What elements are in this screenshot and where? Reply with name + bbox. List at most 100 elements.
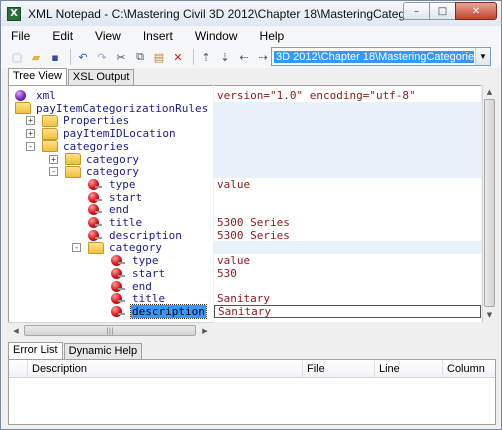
expand-icon[interactable]: + <box>26 129 35 139</box>
column-file[interactable]: File <box>303 360 375 378</box>
value-cell[interactable]: value <box>214 254 481 267</box>
value-cell[interactable] <box>214 280 481 293</box>
open-folder-icon[interactable]: ▰ <box>28 49 44 65</box>
nudge-left-icon[interactable]: ⇠ <box>236 49 252 65</box>
undo-icon[interactable]: ↶ <box>75 49 91 65</box>
redo-icon[interactable]: ↷ <box>94 49 110 65</box>
menu-view[interactable]: View <box>95 29 121 43</box>
tree-node-label[interactable]: end <box>108 203 130 216</box>
menu-edit[interactable]: Edit <box>52 29 73 43</box>
tree-node[interactable]: + category <box>49 153 140 166</box>
save-icon[interactable]: ▪ <box>47 49 63 65</box>
nudge-down-icon[interactable]: ⇣ <box>217 49 233 65</box>
collapse-icon[interactable]: - <box>26 141 35 151</box>
paste-icon[interactable]: ▤ <box>151 49 167 65</box>
value-cell[interactable] <box>214 165 481 179</box>
tree-node[interactable]: type <box>111 254 160 267</box>
collapse-icon[interactable]: - <box>49 167 58 177</box>
tree-node-label[interactable]: type <box>131 254 160 267</box>
tree-node[interactable]: title <box>88 216 143 229</box>
file-path-value[interactable]: 3D 2012\Chapter 18\MasteringCategories.x… <box>274 50 474 63</box>
scroll-right-icon[interactable]: ▶ <box>198 324 212 337</box>
tree-node-label[interactable]: start <box>131 267 166 280</box>
new-file-icon[interactable]: ▢ <box>9 49 25 65</box>
tree-node[interactable]: title <box>111 292 166 305</box>
value-cell[interactable] <box>214 139 481 153</box>
tree-node[interactable]: payItemCategorizationRules <box>15 102 209 115</box>
tree-node[interactable]: + Properties <box>26 114 130 127</box>
tab-error-list[interactable]: Error List <box>8 342 63 360</box>
value-pane[interactable]: version="1.0" encoding="utf-8" value 5300 … <box>214 85 481 322</box>
tree-node[interactable]: - categories <box>26 140 130 153</box>
tree-node[interactable]: - category <box>72 241 163 254</box>
error-icon-column[interactable] <box>9 360 28 378</box>
tree-node-label[interactable]: payItemCategorizationRules <box>35 102 209 115</box>
value-cell[interactable]: 5300 Series <box>214 229 481 242</box>
menu-insert[interactable]: Insert <box>143 29 173 43</box>
value-cell[interactable]: value <box>214 178 481 191</box>
tree-node-label[interactable]: start <box>108 191 143 204</box>
tree-node[interactable]: end <box>88 203 130 216</box>
column-description[interactable]: Description <box>28 360 303 378</box>
tree-node[interactable]: start <box>88 191 143 204</box>
menu-help[interactable]: Help <box>260 29 285 43</box>
delete-icon[interactable]: ✕ <box>170 49 186 65</box>
value-cell[interactable]: Sanitary <box>214 292 481 305</box>
menu-window[interactable]: Window <box>195 29 238 43</box>
value-cell[interactable] <box>214 152 481 166</box>
collapse-icon[interactable]: - <box>72 243 81 253</box>
tree-node[interactable]: start <box>111 267 166 280</box>
value-edit-field[interactable]: Sanitary <box>214 304 481 318</box>
value-cell[interactable] <box>214 191 481 204</box>
title-bar[interactable]: X XML Notepad - C:\Mastering Civil 3D 20… <box>1 1 501 26</box>
chevron-down-icon[interactable]: ▼ <box>475 48 490 65</box>
nudge-right-icon[interactable]: ⇢ <box>255 49 271 65</box>
vertical-scrollbar[interactable]: ▲ ▼ <box>482 85 496 323</box>
tab-xsl-output[interactable]: XSL Output <box>67 69 135 86</box>
tree-node-label[interactable]: end <box>131 280 153 293</box>
tree-node-label[interactable]: Properties <box>62 114 130 127</box>
tree-node-label[interactable]: category <box>108 241 163 254</box>
tree-node[interactable]: description <box>88 229 183 242</box>
scroll-down-icon[interactable]: ▼ <box>483 308 496 322</box>
column-column[interactable]: Column <box>443 360 495 378</box>
value-cell[interactable] <box>214 114 481 128</box>
tree-node-label[interactable]: description <box>130 303 207 319</box>
tree-node-label[interactable]: category <box>85 153 140 166</box>
nudge-up-icon[interactable]: ⇡ <box>198 49 214 65</box>
copy-icon[interactable]: ⧉ <box>132 49 148 65</box>
minimize-button[interactable]: – <box>403 2 429 20</box>
value-cell[interactable]: 5300 Series <box>214 216 481 229</box>
value-cell[interactable]: 530 <box>214 267 481 280</box>
tree-node[interactable]: xml <box>15 89 57 102</box>
tree-node[interactable]: end <box>111 280 153 293</box>
column-line[interactable]: Line <box>375 360 443 378</box>
file-path-combobox[interactable]: 3D 2012\Chapter 18\MasteringCategories.x… <box>271 47 491 66</box>
tree-node-label[interactable]: xml <box>35 89 57 102</box>
tree-view-pane[interactable]: xml payItemCategorizationRules + Properties… <box>8 85 213 338</box>
expand-icon[interactable]: + <box>26 116 35 126</box>
vertical-scroll-thumb[interactable] <box>484 99 495 307</box>
cut-icon[interactable]: ✂ <box>113 49 129 65</box>
horizontal-scroll-thumb[interactable]: ||| <box>24 325 196 336</box>
tree-node[interactable]: - category <box>49 165 140 178</box>
maximize-button[interactable]: □ <box>429 2 455 20</box>
tree-node-label[interactable]: categories <box>62 140 130 153</box>
value-cell[interactable] <box>214 101 481 115</box>
tree-node-label[interactable]: title <box>108 216 143 229</box>
value-cell[interactable]: version="1.0" encoding="utf-8" <box>214 89 481 102</box>
value-cell[interactable] <box>214 127 481 141</box>
expand-icon[interactable]: + <box>49 154 58 164</box>
tree-node-label[interactable]: type <box>108 178 137 191</box>
menu-file[interactable]: File <box>11 29 30 43</box>
tab-tree-view[interactable]: Tree View <box>8 68 67 86</box>
scroll-up-icon[interactable]: ▲ <box>483 85 496 99</box>
horizontal-scrollbar[interactable]: ◀ ||| ▶ <box>8 322 213 338</box>
scroll-left-icon[interactable]: ◀ <box>9 324 23 337</box>
tree-node-label[interactable]: category <box>85 165 140 178</box>
tree-node[interactable]: type <box>88 178 137 191</box>
tree-node-label[interactable]: title <box>131 292 166 305</box>
tree-node[interactable]: + payItemIDLocation <box>26 127 177 140</box>
tree-node[interactable]: description <box>111 303 207 319</box>
value-cell[interactable] <box>214 241 481 255</box>
